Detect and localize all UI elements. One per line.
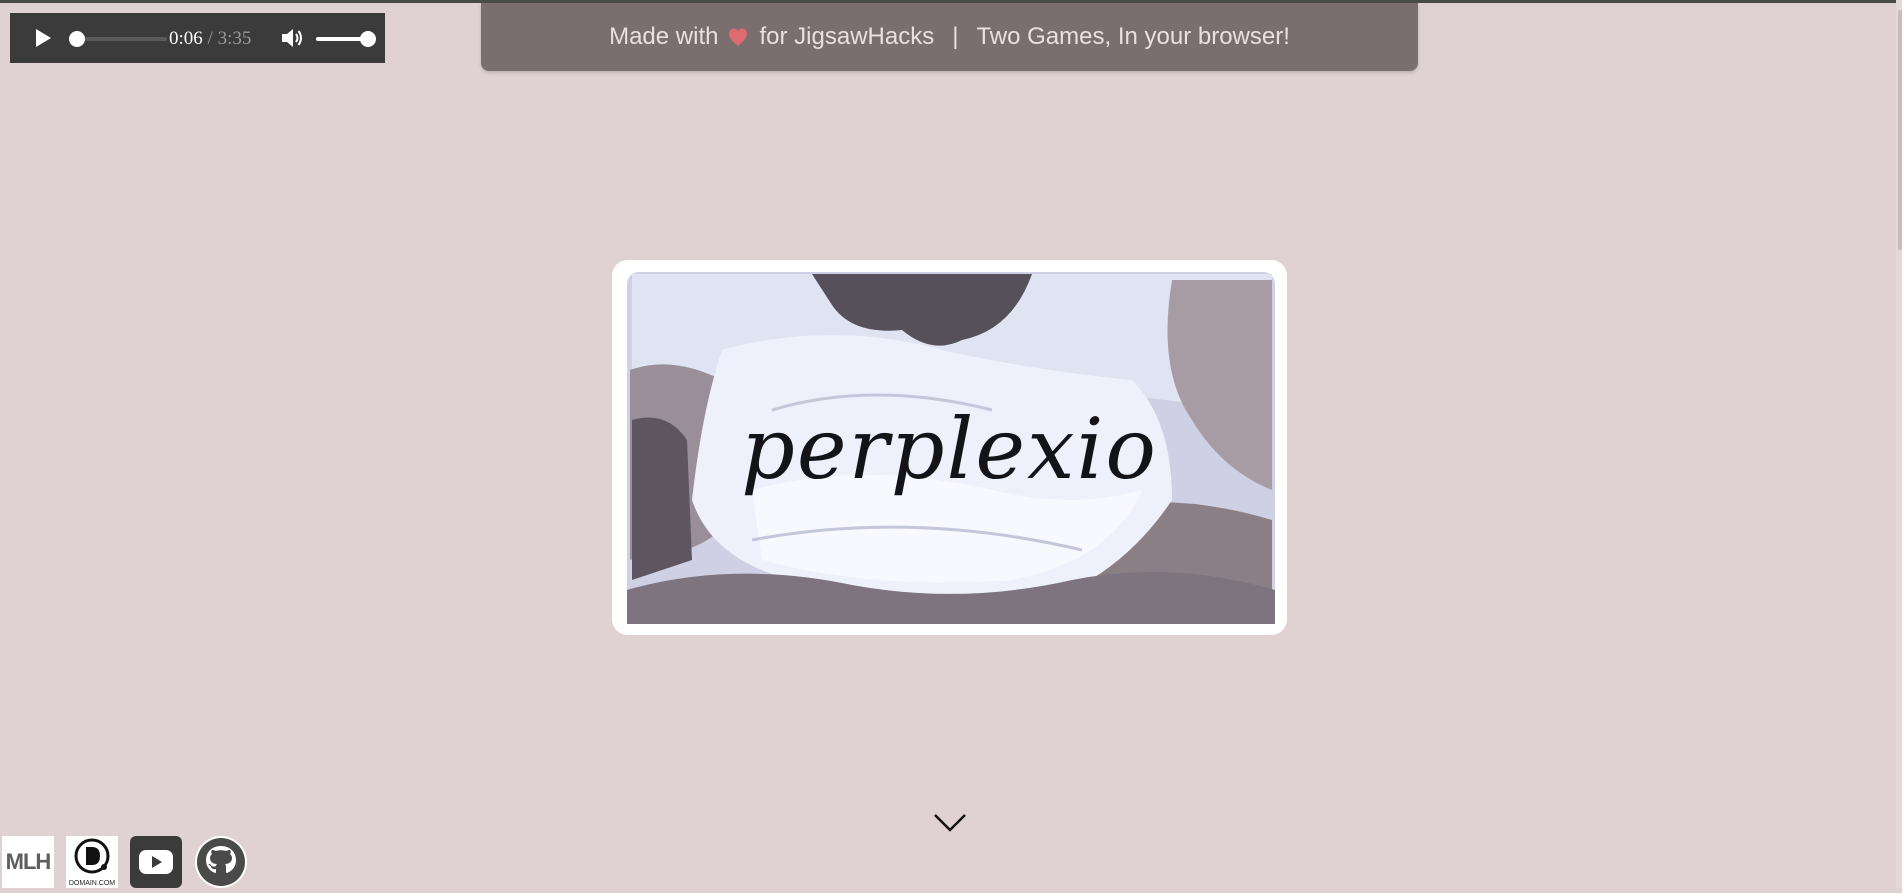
made-with-text: Made with [609, 23, 719, 50]
current-time: 0:06 [169, 28, 203, 49]
youtube-icon [139, 850, 173, 874]
time-display: 0:06 / 3:35 [169, 28, 251, 50]
tagline: Two Games, In your browser! [976, 23, 1290, 50]
chevron-down-icon[interactable] [933, 812, 967, 834]
volume-thumb[interactable] [360, 31, 376, 47]
mlh-logo[interactable]: MLH [2, 836, 54, 888]
seek-thumb[interactable] [68, 31, 85, 47]
domain-logo[interactable]: DOMAIN.COM [66, 836, 118, 888]
youtube-link[interactable] [130, 836, 182, 888]
game-title: perplexio [741, 400, 1158, 498]
event-name: for JigsawHacks [759, 23, 935, 50]
hero-card: perplexio [612, 260, 1287, 635]
duration: 3:35 [217, 28, 252, 49]
scroll-thumb[interactable] [1898, 10, 1902, 250]
header-banner: Made with for JigsawHacks | Two Games, I… [481, 3, 1418, 71]
heart-icon [729, 28, 748, 46]
mlh-text: MLH [5, 849, 52, 874]
scrollbar[interactable] [1896, 0, 1902, 888]
time-separator: / [207, 28, 213, 49]
volume-slider[interactable] [316, 31, 376, 47]
domain-text: DOMAIN.COM [68, 880, 116, 887]
play-icon[interactable] [32, 27, 54, 49]
banner-separator: | [952, 23, 959, 50]
domain-d-icon [74, 838, 110, 874]
github-icon [197, 838, 245, 886]
speaker-icon[interactable] [280, 27, 304, 49]
audio-player: 0:06 / 3:35 [10, 13, 385, 63]
seek-slider[interactable] [68, 31, 167, 47]
github-link[interactable] [195, 836, 247, 888]
